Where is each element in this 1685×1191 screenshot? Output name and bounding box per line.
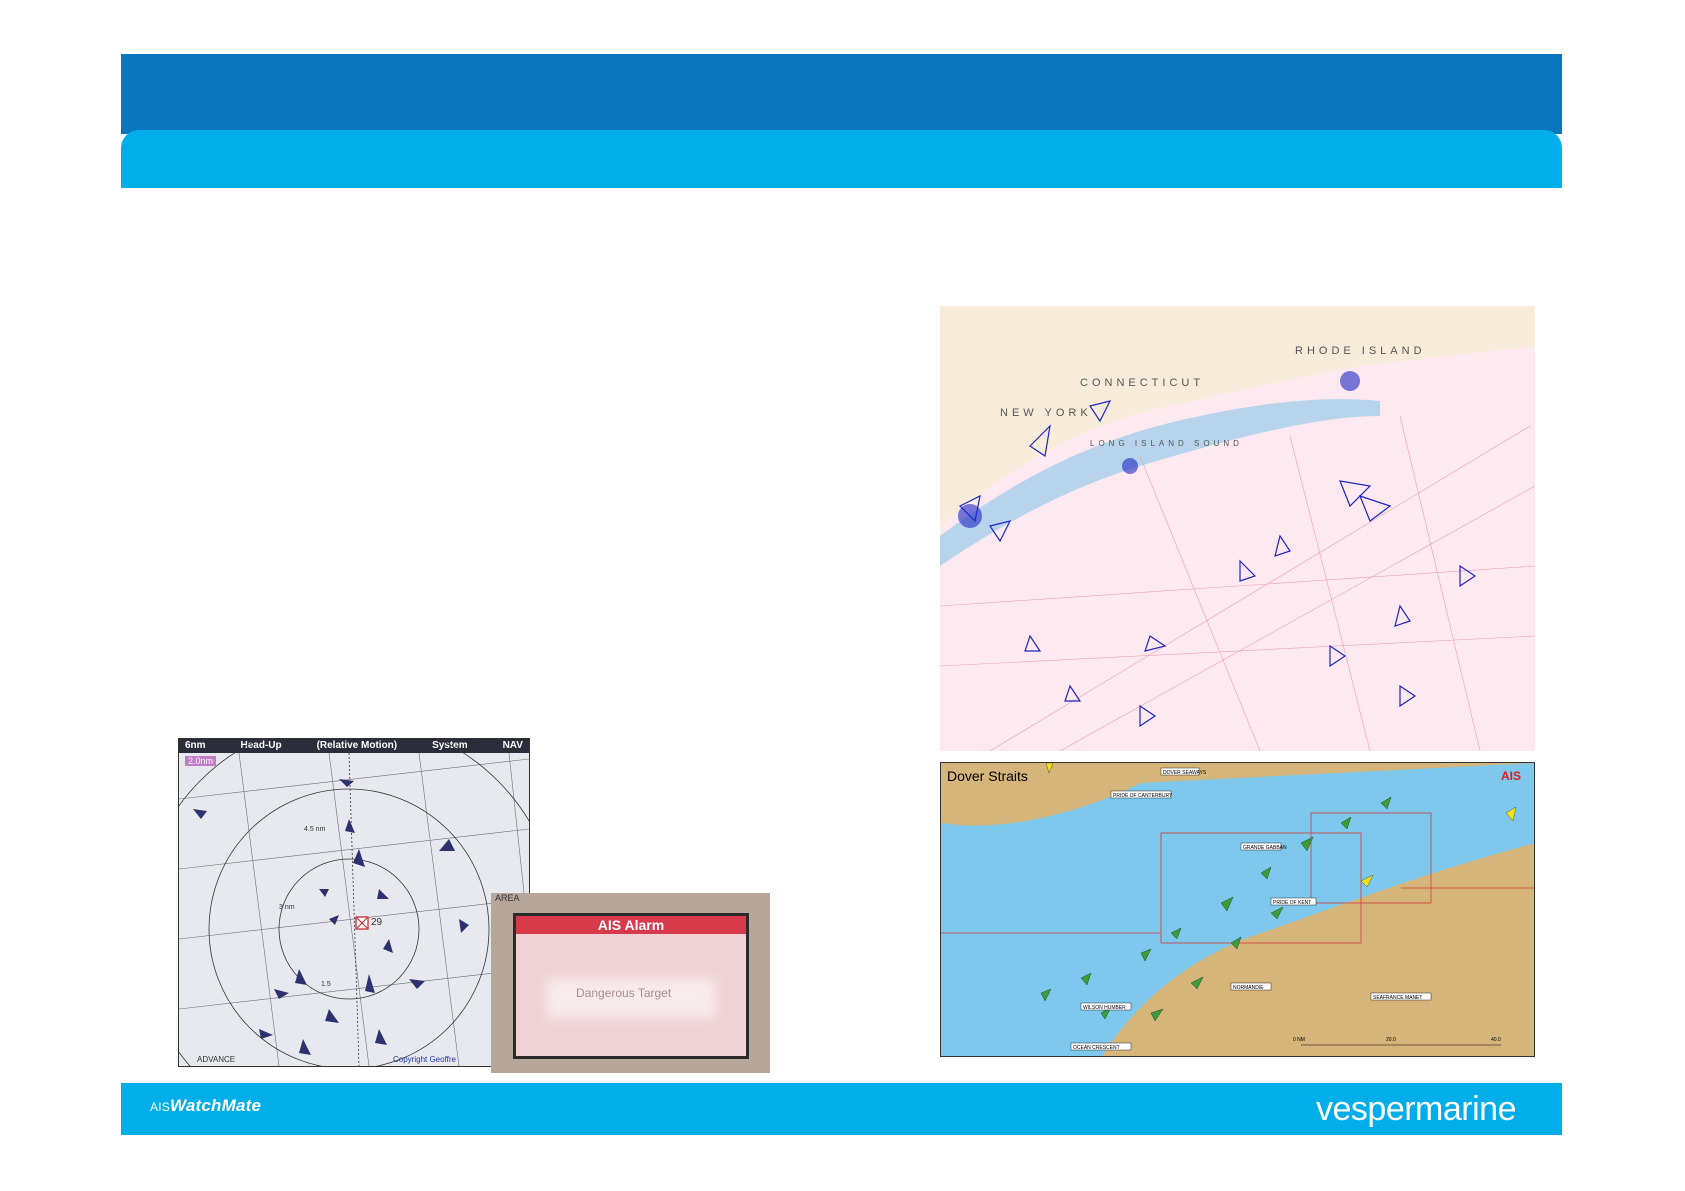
ship-tag: WILSON HUMBER xyxy=(1083,1005,1126,1011)
radar-display: 6nm Head-Up (Relative Motion) System NAV xyxy=(178,738,530,1067)
ship-tag: NORMANDIE xyxy=(1233,985,1264,991)
ship-tag: SEAFRANCE MANET xyxy=(1373,995,1422,1001)
scale-label-2: 40.0 xyxy=(1491,1037,1501,1043)
ring-label-outer: 4.5 nm xyxy=(304,826,326,833)
ship-tag: OCEAN CRESCENT xyxy=(1073,1045,1120,1051)
ship-tag: DOVER SEAWAYS xyxy=(1163,770,1207,776)
radar-bottom-label: ADVANCE xyxy=(197,1055,236,1064)
radar-plot: 4.5 nm 3 nm 1.5 29 xyxy=(179,739,529,1066)
header-accent-band xyxy=(121,130,1562,188)
ship-tag: PRIDE OF CANTERBURY xyxy=(1113,793,1173,799)
alarm-area-label: AREA xyxy=(495,893,520,903)
target-label: 29 xyxy=(371,917,383,928)
range-badge: 2.0nm xyxy=(185,756,217,766)
nautical-chart-ais-tracks: RHODE ISLAND CONNECTICUT NEW YORK LONG I… xyxy=(940,306,1535,751)
vespermarine-logo: vespermarine xyxy=(1316,1090,1516,1128)
brand-prefix: AIS xyxy=(150,1100,170,1114)
chart-tracks-svg: RHODE ISLAND CONNECTICUT NEW YORK LONG I… xyxy=(940,345,1535,751)
scale-label-1: 20.0 xyxy=(1386,1037,1396,1043)
ais-alarm-photo: AREA AIS Alarm Dangerous Target xyxy=(491,893,770,1073)
alarm-screen: AIS Alarm Dangerous Target xyxy=(513,913,749,1059)
header-band xyxy=(121,54,1562,134)
label-rhode-island: RHODE ISLAND xyxy=(1295,345,1426,357)
radar-copyright: Copyright Geoffre xyxy=(393,1055,456,1064)
footer-brand: AISWatchMate xyxy=(150,1096,261,1116)
dover-straits-chart: DOVER SEAWAYS PRIDE OF CANTERBURY SEAFRA… xyxy=(940,762,1535,1057)
alarm-message: Dangerous Target xyxy=(576,986,672,1000)
label-new-york: NEW YORK xyxy=(1000,407,1092,419)
dover-title: Dover Straits xyxy=(947,768,1028,784)
dover-straits-svg: DOVER SEAWAYS PRIDE OF CANTERBURY SEAFRA… xyxy=(941,763,1534,1056)
ship-tag: GRANDE GABBAN xyxy=(1243,845,1287,851)
ring-label-inner: 1.5 xyxy=(321,981,331,988)
label-connecticut: CONNECTICUT xyxy=(1080,377,1204,389)
scale-label-0: 0 NM xyxy=(1293,1037,1305,1043)
ais-red-tag: AIS xyxy=(1501,769,1522,783)
label-long-island-sound: LONG ISLAND SOUND xyxy=(1090,439,1243,448)
ship-tag: PRIDE OF KENT xyxy=(1273,900,1311,906)
alarm-title: AIS Alarm xyxy=(516,916,746,934)
ring-label-middle: 3 nm xyxy=(279,904,295,911)
brand-name: WatchMate xyxy=(169,1096,262,1115)
